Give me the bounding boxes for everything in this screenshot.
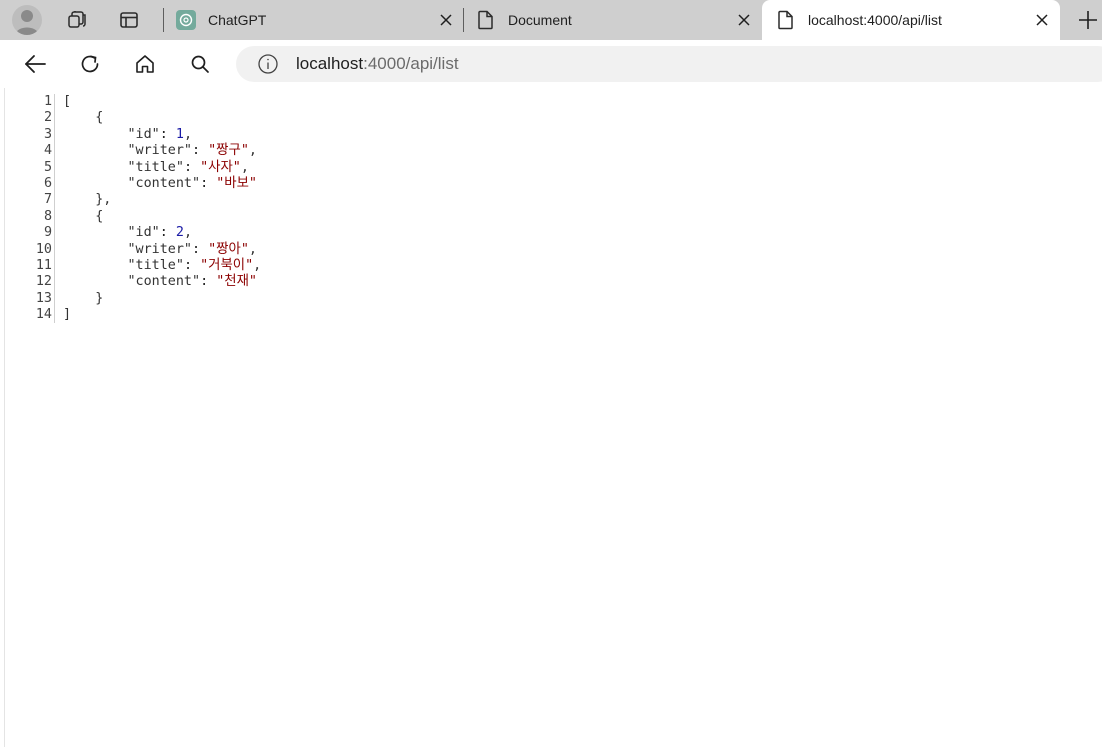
json-line: 12 "content": "천재" bbox=[0, 274, 261, 291]
home-icon bbox=[136, 55, 154, 73]
gutter-divider bbox=[54, 192, 55, 209]
gutter-divider bbox=[54, 208, 55, 226]
json-line-text: } bbox=[63, 290, 104, 306]
json-line: 2 { bbox=[0, 110, 261, 127]
json-line-text: { bbox=[63, 208, 104, 224]
line-number: 2 bbox=[43, 110, 52, 126]
document-icon bbox=[476, 10, 496, 30]
line-number: 5 bbox=[43, 159, 52, 175]
url-host: localhost bbox=[296, 54, 364, 73]
line-number: 9 bbox=[43, 225, 52, 241]
json-line-text: "id": 1, bbox=[127, 126, 193, 142]
line-number: 3 bbox=[43, 126, 52, 142]
tab-label: Document bbox=[508, 12, 572, 28]
tab-document[interactable]: Document bbox=[476, 0, 756, 40]
person-icon bbox=[15, 10, 39, 35]
json-line-text: ] bbox=[63, 307, 72, 323]
plus-icon bbox=[1079, 11, 1097, 29]
gutter-divider bbox=[54, 126, 55, 144]
line-number: 11 bbox=[35, 257, 52, 273]
gutter-divider bbox=[54, 307, 55, 324]
refresh-button[interactable] bbox=[74, 48, 106, 80]
vertical-tabs-icon bbox=[120, 12, 138, 28]
address-url[interactable]: localhost:4000/api/list bbox=[296, 54, 459, 74]
json-line: 14] bbox=[0, 307, 261, 324]
json-line: 4 "writer": "짱구", bbox=[0, 143, 261, 160]
document-icon bbox=[776, 10, 796, 30]
line-number: 13 bbox=[35, 290, 52, 306]
close-icon[interactable] bbox=[1030, 8, 1054, 32]
json-line: 7 }, bbox=[0, 192, 261, 209]
line-number: 10 bbox=[35, 241, 52, 257]
gutter-divider bbox=[54, 241, 55, 258]
gutter-divider bbox=[54, 225, 55, 242]
gutter-divider bbox=[54, 159, 55, 176]
json-line-text: [ bbox=[63, 94, 72, 109]
json-line-text: "writer": "짱아", bbox=[127, 241, 257, 257]
json-line: 8 { bbox=[0, 208, 261, 226]
tab-label: localhost:4000/api/list bbox=[808, 12, 942, 28]
workspaces-icon bbox=[68, 11, 86, 28]
line-number: 14 bbox=[35, 307, 52, 323]
gutter-divider bbox=[54, 257, 55, 275]
workspaces-button[interactable] bbox=[61, 4, 93, 36]
search-icon bbox=[191, 55, 209, 73]
json-line: 5 "title": "사자", bbox=[0, 159, 261, 176]
gutter-divider bbox=[54, 94, 55, 111]
line-number: 12 bbox=[35, 274, 52, 290]
profile-avatar[interactable] bbox=[12, 5, 42, 35]
address-bar[interactable]: localhost:4000/api/list bbox=[236, 46, 1102, 82]
new-tab-button[interactable] bbox=[1072, 4, 1102, 36]
gutter-divider bbox=[54, 274, 55, 291]
json-line-text: "content": "천재" bbox=[127, 274, 257, 290]
json-line-text: "writer": "짱구", bbox=[127, 143, 257, 159]
home-button[interactable] bbox=[129, 48, 161, 80]
tab-chatgpt[interactable]: ChatGPT bbox=[176, 0, 458, 40]
tab-strip: ChatGPT Document localhost:4000/api/list bbox=[0, 0, 1102, 40]
site-info-icon[interactable] bbox=[256, 52, 280, 76]
json-line: 6 "content": "바보" bbox=[0, 175, 261, 193]
tab-actions-button[interactable] bbox=[113, 4, 145, 36]
line-number: 7 bbox=[43, 192, 52, 208]
json-line-text: "title": "사자", bbox=[127, 159, 249, 175]
search-button[interactable] bbox=[184, 48, 216, 80]
url-path: :4000/api/list bbox=[363, 54, 459, 73]
line-number: 6 bbox=[43, 175, 52, 191]
gutter-divider bbox=[54, 290, 55, 308]
tab-localhost-api-list[interactable]: localhost:4000/api/list bbox=[762, 0, 1060, 40]
json-viewer: 1[2 {3 "id": 1, 4 "writer": "짱구", 5 "title… bbox=[0, 94, 262, 324]
refresh-icon bbox=[81, 55, 99, 73]
json-line: 1[ bbox=[0, 94, 261, 111]
json-line-text: "content": "바보" bbox=[127, 175, 257, 191]
tab-separator bbox=[463, 8, 464, 32]
tab-separator bbox=[163, 8, 164, 32]
json-line: 10 "writer": "짱아", bbox=[0, 241, 261, 258]
back-arrow-icon bbox=[25, 55, 46, 73]
tab-label: ChatGPT bbox=[208, 12, 267, 28]
json-line: 11 "title": "거북이", bbox=[0, 257, 262, 275]
json-line-text: "title": "거북이", bbox=[127, 257, 262, 273]
line-number: 4 bbox=[43, 143, 52, 159]
json-line: 13 } bbox=[0, 290, 261, 308]
json-line-text: { bbox=[63, 110, 104, 126]
toolbar: localhost:4000/api/list bbox=[0, 40, 1102, 88]
json-line: 9 "id": 2, bbox=[0, 225, 261, 242]
json-line-text: }, bbox=[63, 192, 112, 208]
close-icon[interactable] bbox=[732, 8, 756, 32]
chatgpt-icon bbox=[176, 10, 196, 30]
line-number: 8 bbox=[43, 208, 52, 224]
gutter-divider bbox=[54, 110, 55, 127]
back-button[interactable] bbox=[19, 48, 51, 80]
close-icon[interactable] bbox=[434, 8, 458, 32]
gutter-divider bbox=[54, 143, 55, 160]
line-number: 1 bbox=[43, 94, 52, 109]
json-line: 3 "id": 1, bbox=[0, 126, 261, 144]
gutter-divider bbox=[54, 175, 55, 193]
json-line-text: "id": 2, bbox=[127, 225, 193, 241]
